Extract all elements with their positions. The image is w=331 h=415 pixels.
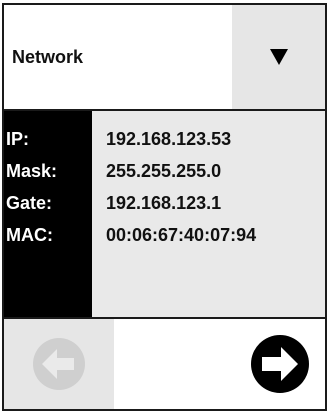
info-values-column: 192.168.123.53 255.255.255.0 192.168.123…: [92, 111, 325, 317]
info-labels-column: IP: Mask: Gate: MAC:: [4, 111, 92, 317]
arrow-right-circle-icon: [249, 333, 311, 395]
arrow-left-circle-icon: [30, 335, 88, 393]
back-button[interactable]: [4, 319, 114, 409]
next-button[interactable]: [114, 319, 325, 409]
mask-label: Mask:: [6, 161, 58, 181]
ip-value: 192.168.123.53: [106, 129, 232, 149]
dropdown-toggle-button[interactable]: [232, 5, 325, 109]
ip-label: IP:: [6, 129, 30, 149]
network-dropdown[interactable]: Network: [4, 5, 325, 111]
gate-label: Gate:: [6, 193, 53, 213]
network-settings-screen: Network IP: Mask: Gate: MAC: 192.168.123…: [2, 3, 327, 411]
dropdown-selected-value: Network: [4, 5, 232, 109]
mac-label: MAC:: [6, 225, 53, 245]
mask-value: 255.255.255.0: [106, 161, 222, 181]
mac-value: 00:06:67:40:07:94: [106, 225, 257, 245]
navigation-bar: [4, 319, 325, 409]
network-info-panel: IP: Mask: Gate: MAC: 192.168.123.53 255.…: [4, 111, 325, 319]
gate-value: 192.168.123.1: [106, 193, 222, 213]
triangle-down-icon: [269, 49, 288, 65]
